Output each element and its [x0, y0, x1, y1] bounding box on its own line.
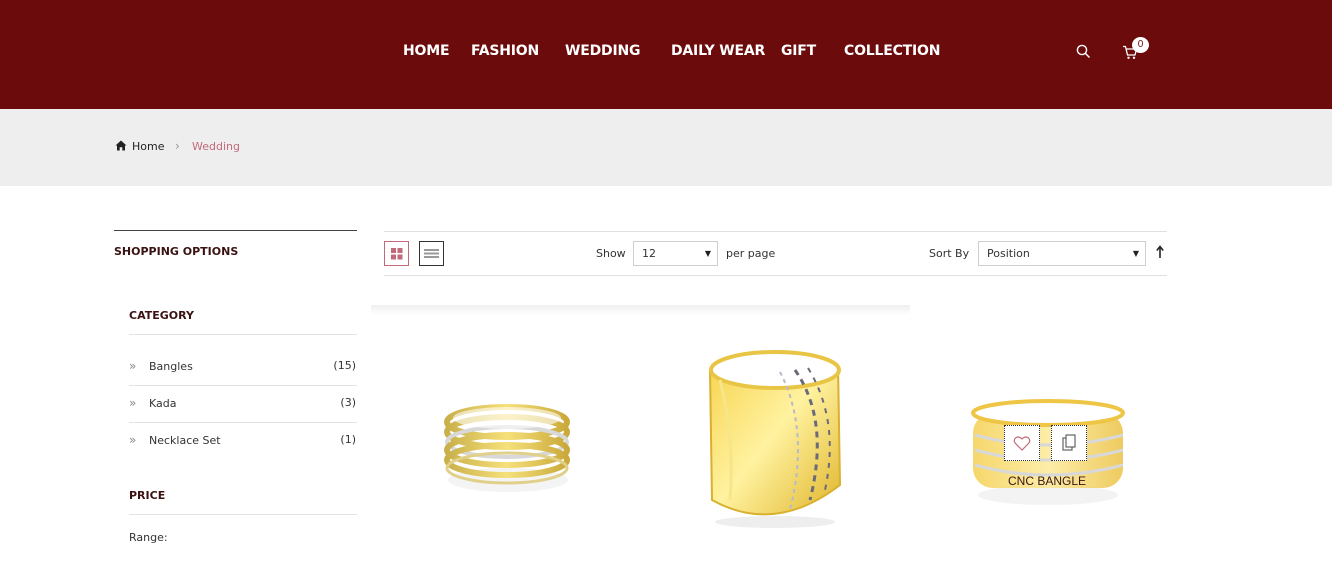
cart-count-badge: 0: [1132, 37, 1149, 53]
nav-home[interactable]: HOME: [403, 43, 450, 59]
breadcrumb-home-link[interactable]: Home: [132, 140, 164, 153]
category-count: (3): [340, 396, 356, 409]
grid-view-button[interactable]: [384, 241, 409, 266]
list-view-button[interactable]: [419, 241, 444, 266]
category-item-kada[interactable]: » Kada (3): [129, 396, 357, 433]
category-count: (1): [340, 433, 356, 446]
sort-direction-icon[interactable]: [1155, 244, 1165, 260]
nav-wedding[interactable]: WEDDING: [565, 43, 640, 59]
breadcrumb-current: Wedding: [192, 140, 240, 153]
product-image-bangle-set[interactable]: [430, 380, 590, 500]
limiter-select[interactable]: 12 ▼: [633, 241, 718, 266]
toolbar-top-border: [384, 231, 1167, 232]
search-icon[interactable]: [1076, 44, 1091, 59]
add-to-wishlist-button[interactable]: [1004, 425, 1040, 461]
product-image-kada[interactable]: [690, 340, 860, 530]
sort-by-value: Position: [987, 247, 1030, 260]
limiter-value: 12: [642, 247, 656, 260]
list-icon: [424, 249, 439, 258]
product-image-cnc-bangle[interactable]: [965, 395, 1135, 510]
heart-icon: [1013, 436, 1031, 451]
show-label: Show: [596, 247, 626, 260]
category-label: Kada: [149, 397, 177, 410]
sort-by-label: Sort By: [929, 247, 970, 260]
chevron-double-right-icon: »: [129, 359, 137, 373]
price-title: PRICE: [129, 489, 166, 502]
home-icon: [115, 140, 127, 151]
nav-daily-wear[interactable]: DAILY WEAR: [671, 43, 765, 59]
compare-icon: [1062, 434, 1076, 451]
category-item-necklace-set[interactable]: » Necklace Set (1): [129, 433, 357, 470]
shopping-options-title: SHOPPING OPTIONS: [114, 245, 239, 258]
category-count: (15): [333, 359, 356, 372]
chevron-double-right-icon: »: [129, 433, 137, 447]
nav-fashion[interactable]: FASHION: [471, 43, 539, 59]
caret-down-icon: ▼: [1132, 249, 1139, 258]
toolbar-bottom-border: [384, 275, 1167, 276]
category-title: CATEGORY: [129, 309, 194, 322]
sort-by-select[interactable]: Position ▼: [978, 241, 1146, 266]
price-range-label: Range:: [129, 531, 168, 544]
product-area-shadow: [371, 305, 910, 315]
category-divider: [129, 334, 357, 335]
price-divider: [129, 514, 357, 515]
breadcrumb-separator-icon: ›: [175, 139, 180, 153]
caret-down-icon: ▼: [704, 249, 711, 258]
chevron-double-right-icon: »: [129, 396, 137, 410]
nav-collection[interactable]: COLLECTION: [844, 43, 940, 59]
product-name[interactable]: CNC BANGLE: [1008, 474, 1086, 488]
category-label: Bangles: [149, 360, 193, 373]
category-label: Necklace Set: [149, 434, 221, 447]
add-to-compare-button[interactable]: [1051, 425, 1087, 461]
category-item-bangles[interactable]: » Bangles (15): [129, 359, 357, 396]
grid-icon: [391, 248, 403, 260]
category-divider: [129, 422, 357, 423]
nav-gift[interactable]: GIFT: [781, 43, 816, 59]
sidebar-divider: [114, 230, 357, 231]
per-page-label: per page: [726, 247, 776, 260]
category-divider: [129, 385, 357, 386]
